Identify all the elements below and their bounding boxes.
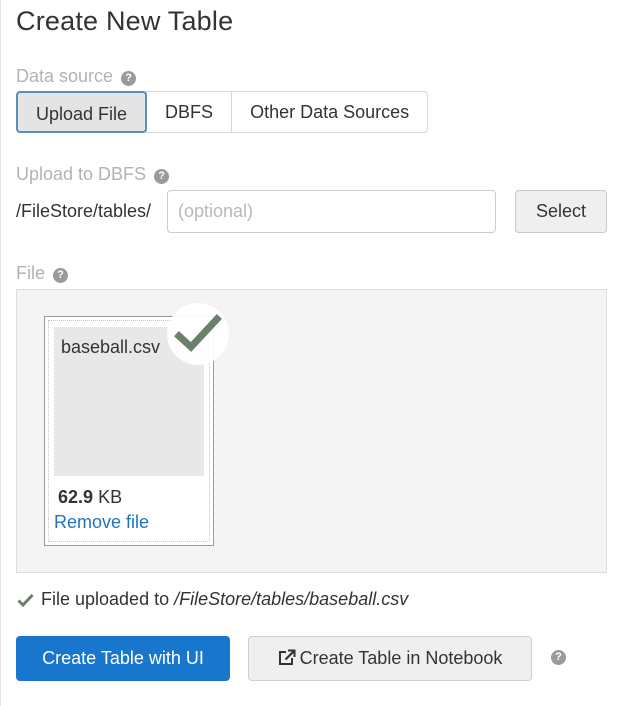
file-size-unit: KB bbox=[98, 487, 123, 507]
tab-upload-file[interactable]: Upload File bbox=[16, 91, 148, 133]
upload-status: File uploaded to /FileStore/tables/baseb… bbox=[17, 589, 408, 610]
question-circle-icon[interactable]: ? bbox=[121, 71, 137, 86]
dbfs-path-input[interactable] bbox=[167, 190, 496, 233]
create-table-in-notebook-label: Create Table in Notebook bbox=[299, 648, 503, 668]
upload-to-dbfs-section-label: Upload to DBFS ? bbox=[16, 164, 170, 185]
upload-success-badge bbox=[167, 303, 229, 365]
create-table-in-notebook-button[interactable]: Create Table in Notebook bbox=[248, 636, 532, 681]
file-preview-card: baseball.csv 62.9 KB Remove file bbox=[44, 303, 229, 546]
data-source-label: Data source bbox=[16, 66, 114, 86]
dbfs-path-prefix: /FileStore/tables/ bbox=[16, 201, 152, 221]
question-circle-icon[interactable]: ? bbox=[154, 169, 170, 184]
select-button[interactable]: Select bbox=[515, 190, 607, 233]
file-label: File bbox=[16, 263, 46, 283]
file-section-label: File ? bbox=[16, 263, 69, 284]
upload-status-path: /FileStore/tables/baseball.csv bbox=[174, 589, 409, 609]
tab-other-data-sources[interactable]: Other Data Sources bbox=[231, 91, 429, 133]
file-name: baseball.csv bbox=[61, 337, 161, 357]
check-icon bbox=[174, 314, 222, 352]
question-circle-icon[interactable]: ? bbox=[551, 650, 566, 665]
external-link-icon bbox=[278, 649, 296, 665]
create-table-page: Create New Table Data source ? Upload Fi… bbox=[0, 0, 637, 706]
left-border bbox=[0, 0, 1, 706]
tab-dbfs[interactable]: DBFS bbox=[146, 91, 233, 133]
upload-status-text: File uploaded to bbox=[41, 589, 170, 609]
file-dropzone[interactable]: baseball.csv 62.9 KB Remove file bbox=[16, 289, 607, 573]
upload-to-dbfs-label: Upload to DBFS bbox=[16, 164, 147, 184]
create-table-with-ui-button[interactable]: Create Table with UI bbox=[16, 636, 230, 681]
file-size: 62.9 KB bbox=[58, 487, 122, 508]
data-source-section-label: Data source ? bbox=[16, 66, 137, 87]
remove-file-link[interactable]: Remove file bbox=[54, 512, 149, 533]
data-source-tabs: Upload File DBFS Other Data Sources bbox=[16, 91, 429, 133]
check-icon bbox=[17, 593, 34, 607]
file-size-value: 62.9 bbox=[58, 487, 94, 507]
question-circle-icon[interactable]: ? bbox=[53, 268, 69, 283]
page-title: Create New Table bbox=[16, 6, 234, 36]
